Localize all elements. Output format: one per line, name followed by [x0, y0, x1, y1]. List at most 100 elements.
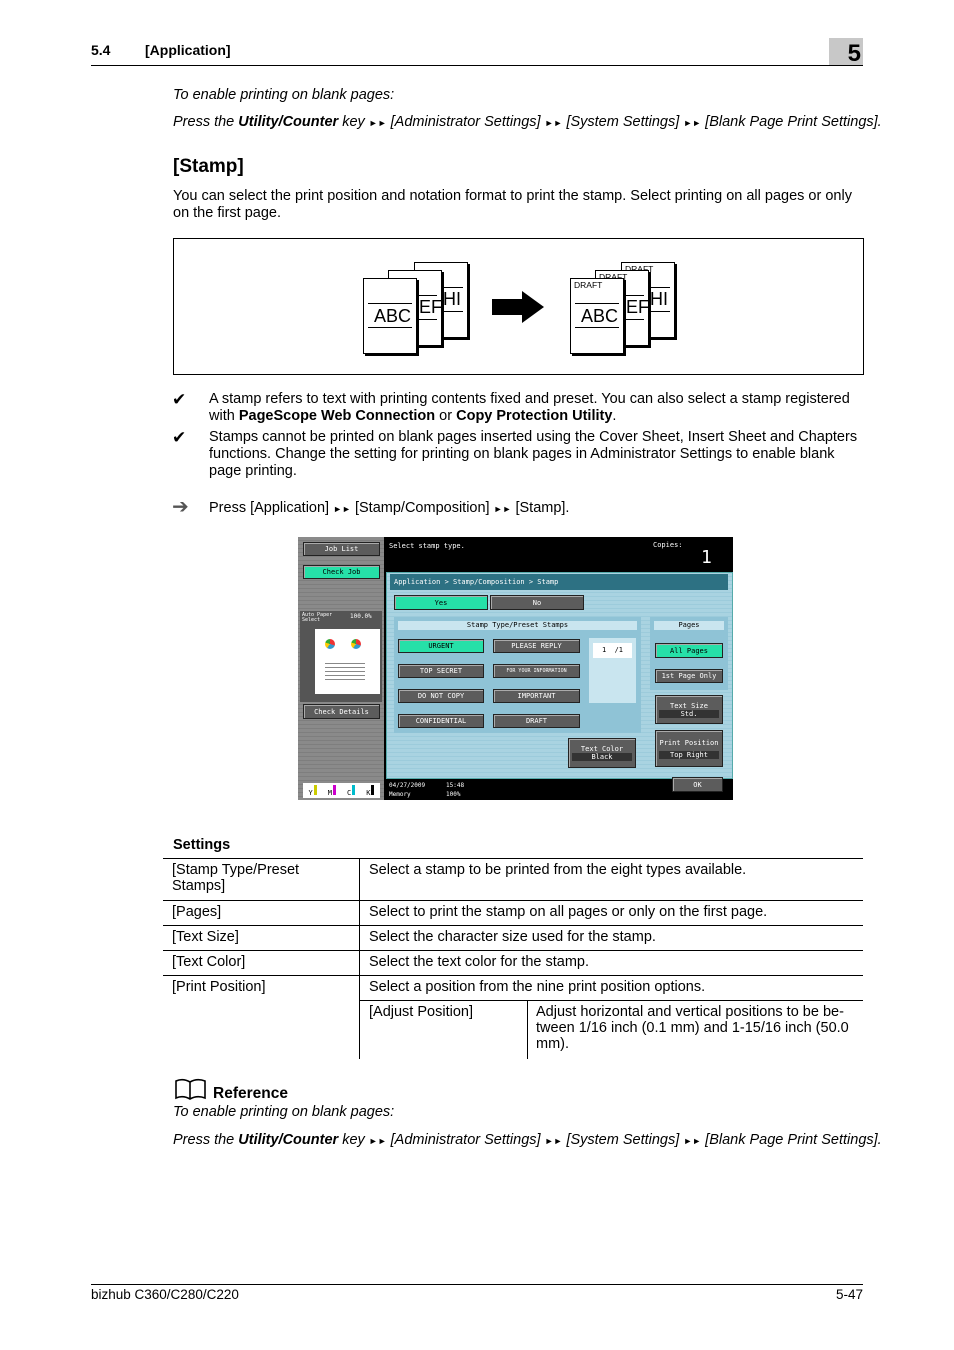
manual-page: 5.4 [Application] 5 To enable printing o…	[0, 0, 954, 1350]
stamp-urgent[interactable]: URGENT	[398, 639, 484, 653]
table-row: [Print Position] Select a position from t…	[163, 975, 863, 1059]
text-color-value: Black	[572, 753, 632, 761]
date: 04/27/2009	[389, 782, 426, 789]
text: or	[435, 408, 457, 424]
check-icon: ✔	[172, 390, 187, 409]
time: 15:48	[446, 782, 465, 789]
toner-c: C	[347, 784, 356, 797]
check-job-button[interactable]: Check Job	[303, 565, 380, 579]
no-button[interactable]: No	[490, 595, 584, 610]
text: .	[612, 408, 617, 424]
page-text: ABC	[374, 306, 412, 326]
path-item: [Administrator Settings]	[390, 114, 541, 130]
table-row: [Stamp Type/Preset Stamps] Select a stamp…	[163, 858, 863, 901]
arrow-icon: ►►	[333, 504, 351, 514]
settings-title: Settings	[173, 837, 231, 853]
text: key	[338, 1132, 369, 1148]
footer-page: 5-47	[835, 1287, 863, 1302]
text: Press the	[173, 114, 239, 130]
toner-m: M	[328, 784, 336, 797]
page-icon: DRAFT ABC	[570, 278, 624, 354]
check-details-button[interactable]: Check Details	[303, 704, 380, 719]
text-lines-thumb	[325, 663, 365, 683]
page-text: HI	[443, 289, 461, 309]
print-position-value: Top Right	[659, 750, 719, 759]
control-panel-screen: Job List Check Job Auto Paper Select 100…	[298, 537, 733, 800]
arrow-icon: ►►	[683, 1136, 702, 1146]
text-color-button[interactable]: Text Color Black	[568, 738, 636, 768]
toner-indicator: Y M C K	[303, 783, 380, 798]
toner-label: C	[347, 788, 352, 797]
intro-path: Press the Utility/Counter key ►► [Admini…	[173, 114, 882, 130]
stamp-heading: [Stamp]	[173, 156, 244, 177]
stamp-please-reply[interactable]: PLEASE REPLY	[493, 639, 580, 653]
yes-button[interactable]: Yes	[394, 595, 488, 610]
stamp-text: DRAFT	[574, 280, 603, 290]
setting-name: [Stamp Type/Preset Stamps]	[163, 858, 360, 901]
chapter-tab: 5	[829, 38, 863, 67]
arrow-icon: ►►	[544, 118, 563, 128]
arrow-icon: ►►	[493, 504, 512, 514]
paper-label: Auto Paper Select	[302, 612, 333, 623]
text: Press [Application]	[209, 500, 330, 516]
book-icon	[175, 1078, 206, 1100]
setting-desc: Select to print the stamp on all pages o…	[359, 900, 863, 926]
stamp-type-header: Stamp Type/Preset Stamps	[398, 621, 637, 630]
ok-button[interactable]: OK	[672, 777, 723, 792]
copies-value: 1	[701, 547, 712, 568]
setting-desc: Adjust horizontal and vertical positions…	[536, 1004, 849, 1052]
first-page-only-button[interactable]: 1st Page Only	[655, 669, 723, 683]
toner-label: K	[366, 788, 371, 797]
stamp-important[interactable]: IMPORTANT	[493, 689, 580, 703]
section-title: [Application]	[145, 42, 231, 58]
stamp-do-not-copy[interactable]: DO NOT COPY	[398, 689, 484, 703]
job-list-button[interactable]: Job List	[303, 542, 380, 556]
step-instruction: Press [Application] ►► [Stamp/Compositio…	[209, 500, 569, 518]
pie-thumb	[351, 639, 361, 649]
print-position-label: Print Position	[659, 738, 719, 747]
text: [Stamp].	[515, 500, 570, 516]
path-item: [Administrator Settings]	[390, 1132, 541, 1148]
screen-message: Select stamp type.	[389, 542, 465, 550]
arrow-right-icon: ➔	[172, 496, 189, 518]
page-text: HI	[650, 289, 668, 309]
table-row: [Text Size] Select the character size use…	[163, 925, 863, 951]
copies-label: Copies:	[653, 541, 683, 549]
memory-value: 100%	[446, 791, 461, 798]
toner-label: Y	[308, 788, 313, 797]
page-text: ABC	[581, 306, 619, 326]
stamp-draft[interactable]: DRAFT	[493, 714, 580, 728]
key-name: Utility/Counter	[238, 1132, 339, 1148]
setting-desc: Select a position from the nine print po…	[359, 975, 863, 1001]
key-name: Utility/Counter	[238, 114, 339, 130]
reference-title: Reference	[213, 1085, 288, 1102]
arrow-icon: ►►	[368, 1136, 387, 1146]
arrow-icon: ►►	[368, 118, 387, 128]
stamp-confidential[interactable]: CONFIDENTIAL	[398, 714, 484, 728]
product-name: Copy Protection Utility	[456, 408, 613, 424]
all-pages-button[interactable]: All Pages	[655, 643, 723, 658]
footer-model: bizhub C360/C280/C220	[91, 1287, 239, 1302]
setting-desc: Select a stamp to be printed from the ei…	[359, 858, 863, 901]
page-counter: 1 /1	[593, 643, 632, 658]
setting-name: [Adjust Position]	[360, 1001, 528, 1059]
path-item: [Blank Page Print Settings].	[705, 1132, 882, 1148]
print-position-button[interactable]: Print Position Top Right	[655, 730, 723, 767]
stamp-for-your-information[interactable]: FOR YOUR INFORMATION	[493, 664, 580, 678]
stamp-description: You can select the print position and no…	[173, 188, 852, 221]
chapter-number: 5	[847, 40, 861, 67]
reference-path: Press the Utility/Counter key ►► [Admini…	[173, 1132, 882, 1148]
setting-name: [Text Size]	[163, 925, 360, 951]
page-icon: ABC	[363, 278, 417, 354]
stamp-illustration: HI EF ABC DRAFT HI DRAFT EF DRAFT ABC	[173, 238, 864, 375]
setting-desc: Select the character size used for the s…	[359, 925, 863, 951]
path-item: [System Settings]	[566, 1132, 680, 1148]
path-item: [Blank Page Print Settings].	[705, 114, 882, 130]
memory-label: Memory	[389, 791, 411, 798]
path-item: [System Settings]	[566, 114, 680, 130]
page-text: EF	[419, 297, 443, 317]
breadcrumb: Application > Stamp/Composition > Stamp	[390, 574, 728, 590]
intro-line: To enable printing on blank pages:	[173, 87, 395, 103]
text-size-button[interactable]: Text Size Std.	[655, 695, 723, 724]
stamp-top-secret[interactable]: TOP SECRET	[398, 664, 484, 678]
